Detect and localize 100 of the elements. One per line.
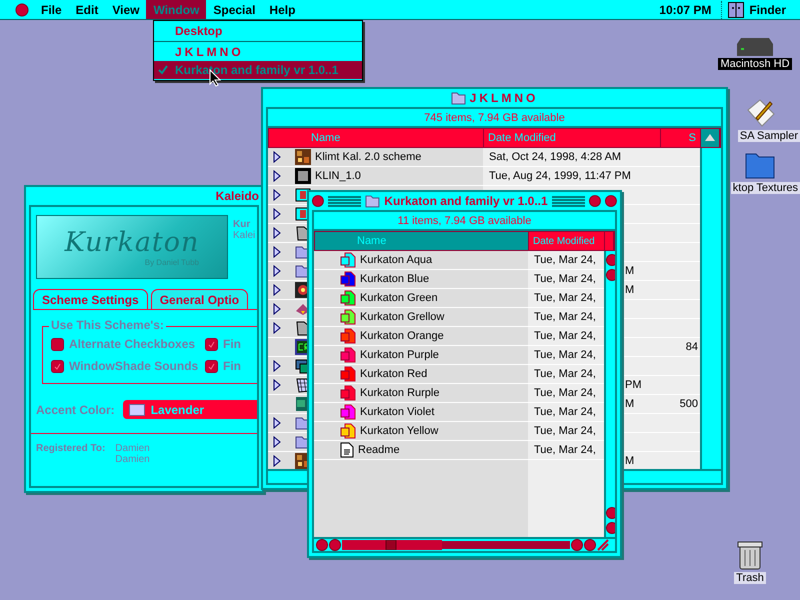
disclosure-triangle-icon[interactable] [273, 284, 281, 296]
checkbox[interactable] [205, 338, 218, 350]
file-name[interactable]: Klimt Kal. 2.0 scheme [315, 151, 422, 163]
disclosure-triangle-icon[interactable] [273, 208, 281, 220]
date-modified: Tue, Mar 24, [534, 406, 596, 418]
file-name[interactable]: Kurkaton Orange [360, 330, 444, 342]
date-modified: Tue, Aug 24, 1999, 11:47 PM [489, 170, 631, 182]
desktop-icon-label[interactable]: SA Sampler [738, 130, 800, 142]
document-icon [295, 168, 311, 184]
date-modified: M [625, 398, 634, 410]
file-name[interactable]: Kurkaton Violet [360, 406, 434, 418]
disclosure-triangle-icon[interactable] [273, 303, 281, 315]
group-title: Use This Scheme's: [49, 318, 166, 332]
menu-item[interactable]: JKLMNO [154, 43, 362, 61]
folder-icon [365, 194, 380, 208]
checkbox[interactable] [205, 360, 218, 372]
date-modified: Tue, Mar 24, [534, 254, 596, 266]
file-name[interactable]: Readme [358, 444, 400, 456]
collapse-box-icon[interactable] [605, 195, 618, 207]
date-modified: Sat, Oct 24, 1998, 4:28 AM [489, 151, 622, 163]
disclosure-triangle-icon[interactable] [273, 151, 281, 163]
disclosure-triangle-icon[interactable] [273, 436, 281, 448]
resize-grip-icon[interactable] [597, 539, 609, 551]
vertical-scrollbar[interactable] [604, 251, 615, 537]
scroll-arrow-icon[interactable] [606, 522, 615, 534]
title-bar-stripes [328, 195, 362, 207]
date-modified: Tue, Mar 24, [534, 444, 596, 456]
finder-face-icon[interactable] [728, 2, 744, 18]
hard-drive-icon[interactable] [737, 38, 773, 56]
date-modified: M [625, 455, 634, 467]
file-name[interactable]: Kurkaton Red [360, 368, 428, 380]
date-modified: Tue, Mar 24, [534, 387, 596, 399]
horizontal-scrollbar[interactable] [342, 540, 570, 550]
file-name[interactable]: Kurkaton Yellow [360, 425, 438, 437]
disclosure-triangle-icon[interactable] [273, 170, 281, 182]
disclosure-triangle-icon[interactable] [273, 322, 281, 334]
file-name[interactable]: Kurkaton Grellow [360, 311, 444, 323]
checkmark-icon [208, 340, 215, 348]
date-modified: M [625, 284, 634, 296]
menu-title[interactable]: Help [262, 0, 302, 19]
menu-title[interactable]: Special [206, 0, 262, 19]
disclosure-triangle-icon[interactable] [273, 379, 281, 391]
checkmark-icon [208, 362, 215, 370]
disclosure-triangle-icon[interactable] [273, 246, 281, 258]
disclosure-triangle-icon[interactable] [273, 360, 281, 372]
file-size: 84 [686, 341, 698, 353]
date-modified: Tue, Mar 24, [534, 349, 596, 361]
menu-title[interactable]: File [34, 0, 69, 19]
title-bar-stripes [552, 195, 586, 207]
date-modified: Tue, Mar 24, [534, 311, 596, 323]
desktop-icon-label[interactable]: Macintosh HD [718, 58, 792, 70]
picture-icon [295, 149, 311, 165]
registered-label: Registered To: [36, 443, 106, 456]
date-modified: PM [625, 379, 642, 391]
file-name[interactable]: KLIN_1.0 [315, 170, 361, 182]
scroll-arrow-icon[interactable] [606, 507, 615, 519]
zoom-box-icon[interactable] [589, 195, 602, 207]
disclosure-triangle-icon[interactable] [273, 227, 281, 239]
folder-icon [450, 91, 466, 105]
file-size: 500 [680, 398, 698, 410]
file-name[interactable]: Kurkaton Green [360, 292, 438, 304]
close-box-icon[interactable] [312, 195, 324, 207]
date-modified: Tue, Mar 24, [534, 330, 596, 342]
desktop-icon-label[interactable]: ktop Textures [730, 182, 800, 194]
registered-name: Damien [115, 454, 150, 465]
window-title: Kurkaton and family vr 1.0..1 [384, 194, 548, 208]
info-text: Kur [233, 219, 252, 230]
file-name[interactable]: Kurkaton Aqua [360, 254, 432, 266]
date-modified: Tue, Mar 24, [534, 368, 596, 380]
menu-clock[interactable]: 10:07 PM [659, 2, 722, 16]
logo-title: Kurkaton [64, 227, 200, 258]
date-modified: Tue, Mar 24, [534, 425, 596, 437]
checkbox[interactable] [51, 338, 64, 350]
tab[interactable]: General Optio [150, 289, 248, 309]
file-name[interactable]: Kurkaton Purple [360, 349, 439, 361]
window-title: Kaleido [216, 189, 259, 203]
application-menu[interactable]: Finder [744, 2, 800, 16]
scroll-arrow-icon[interactable] [606, 269, 615, 281]
accent-color-label: Accent Color: [36, 402, 115, 416]
window-title: JKLMNO [470, 91, 538, 105]
disclosure-triangle-icon[interactable] [273, 417, 281, 429]
checkmark-icon [54, 362, 61, 370]
menu-title[interactable]: Edit [68, 0, 106, 19]
checkbox[interactable] [51, 360, 64, 372]
registered-name: Damien [115, 443, 150, 454]
sort-order-icon[interactable] [705, 134, 715, 142]
disclosure-triangle-icon[interactable] [273, 189, 281, 201]
color-swatch-icon [128, 404, 145, 416]
file-name[interactable]: Kurkaton Blue [360, 273, 430, 285]
tab[interactable]: Scheme Settings [33, 289, 148, 309]
date-modified: Tue, Mar 24, [534, 273, 596, 285]
desktop-icon-label[interactable]: Trash [734, 572, 766, 584]
menu-title[interactable]: View [105, 0, 146, 19]
disclosure-triangle-icon[interactable] [273, 455, 281, 467]
file-name[interactable]: Kurkaton Rurple [360, 387, 440, 399]
scroll-arrow-icon[interactable] [606, 254, 615, 266]
menu-item[interactable]: Desktop [154, 22, 362, 40]
date-modified: Tue, Mar 24, [534, 292, 596, 304]
date-modified: M [625, 265, 634, 277]
disclosure-triangle-icon[interactable] [273, 265, 281, 277]
